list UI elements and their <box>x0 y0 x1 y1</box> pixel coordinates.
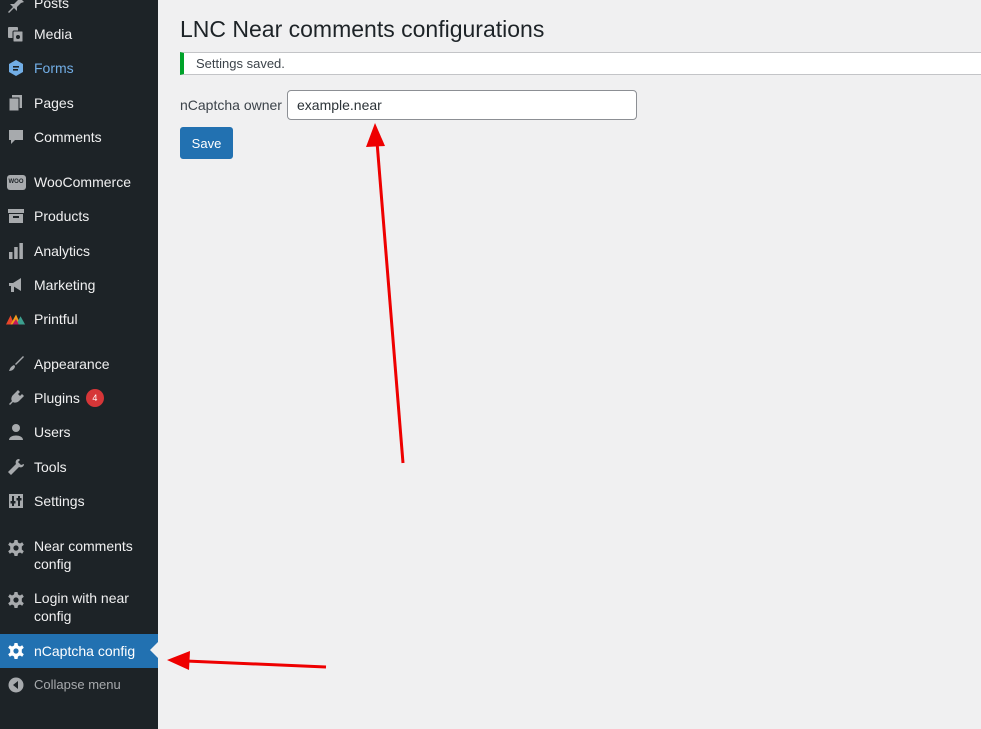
ncaptcha-owner-label: nCaptcha owner <box>180 97 282 113</box>
sidebar-item-label: Collapse menu <box>34 677 121 692</box>
brush-icon <box>6 354 26 374</box>
user-icon <box>6 422 26 442</box>
bar-chart-icon <box>6 241 26 261</box>
settings-icon <box>6 491 26 511</box>
archive-icon <box>6 206 26 226</box>
media-icon <box>6 24 26 44</box>
sidebar-item-label: Users <box>34 424 71 440</box>
sidebar-item-label: Posts <box>34 0 70 11</box>
sidebar-item-products[interactable]: Products <box>0 206 158 226</box>
sidebar-item-media[interactable]: Media <box>0 24 158 44</box>
sidebar-item-label: Settings <box>34 493 85 509</box>
sidebar-item-appearance[interactable]: Appearance <box>0 354 158 374</box>
sidebar-item-label: Appearance <box>34 356 110 372</box>
gear-icon <box>6 641 26 661</box>
sidebar-item-tools[interactable]: Tools <box>0 457 158 477</box>
settings-saved-notice: Settings saved. <box>180 52 981 75</box>
printful-logo-icon <box>6 309 26 329</box>
collapse-icon <box>6 675 26 695</box>
sidebar-item-label: Near comments config <box>34 538 133 572</box>
sidebar-item-label: Pages <box>34 95 74 111</box>
sidebar-item-label: WooCommerce <box>34 174 131 190</box>
sidebar-item-label: nCaptcha config <box>34 643 136 659</box>
wrench-icon <box>6 457 26 477</box>
forms-icon <box>6 58 26 78</box>
sidebar-item-forms[interactable]: Forms <box>0 58 158 78</box>
sidebar-item-users[interactable]: Users <box>0 422 158 442</box>
admin-sidebar: Posts Media Forms Pages Comments WOO Woo… <box>0 0 158 729</box>
gear-icon <box>6 538 26 558</box>
sidebar-item-printful[interactable]: Printful <box>0 309 158 329</box>
sidebar-item-label: Marketing <box>34 277 96 293</box>
sidebar-item-plugins[interactable]: Plugins 4 <box>0 388 158 408</box>
sidebar-item-label: Analytics <box>34 243 91 259</box>
sidebar-item-near-comments-config[interactable]: Near comments config <box>0 536 158 574</box>
current-page-arrow <box>150 642 158 658</box>
sidebar-item-label: Plugins 4 <box>34 389 152 407</box>
sidebar-item-analytics[interactable]: Analytics <box>0 241 158 261</box>
notice-text: Settings saved. <box>196 56 285 71</box>
plugin-icon <box>6 388 26 408</box>
sidebar-item-woocommerce[interactable]: WOO WooCommerce <box>0 172 158 192</box>
sidebar-item-label: Comments <box>34 129 102 145</box>
comment-icon <box>6 127 26 147</box>
sidebar-item-label: Media <box>34 26 73 42</box>
sidebar-item-label: Printful <box>34 311 78 327</box>
sidebar-item-pages[interactable]: Pages <box>0 93 158 113</box>
gear-icon <box>6 590 26 610</box>
sidebar-item-ncaptcha-config[interactable]: nCaptcha config <box>0 634 158 668</box>
sidebar-item-login-with-near-config[interactable]: Login with near config <box>0 588 158 626</box>
sidebar-item-posts[interactable]: Posts <box>0 0 158 14</box>
page-title: LNC Near comments configurations <box>180 16 545 42</box>
sidebar-item-comments[interactable]: Comments <box>0 127 158 147</box>
main-content: LNC Near comments configurations Setting… <box>158 0 981 729</box>
sidebar-item-label: Login with near config <box>34 590 129 624</box>
pages-icon <box>6 93 26 113</box>
sidebar-item-label: Products <box>34 208 90 224</box>
sidebar-item-label: Forms <box>34 60 74 76</box>
save-button[interactable]: Save <box>180 127 233 159</box>
megaphone-icon <box>6 275 26 295</box>
woocommerce-icon: WOO <box>6 172 26 192</box>
update-count-badge: 4 <box>85 389 104 407</box>
sidebar-item-label: Tools <box>34 459 67 475</box>
collapse-menu-button[interactable]: Collapse menu <box>0 674 158 694</box>
sidebar-item-settings[interactable]: Settings <box>0 491 158 511</box>
sidebar-item-marketing[interactable]: Marketing <box>0 275 158 295</box>
pin-icon <box>6 0 26 14</box>
ncaptcha-owner-input[interactable] <box>287 90 637 120</box>
